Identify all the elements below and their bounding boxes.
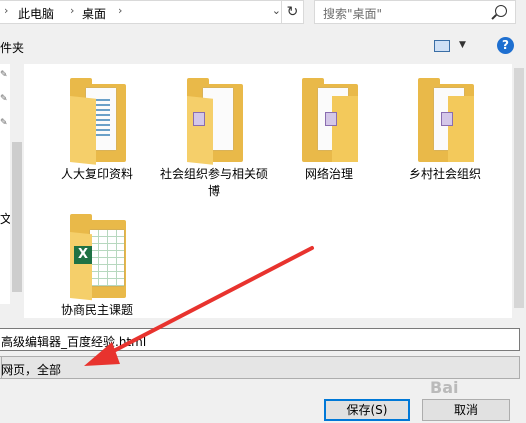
search-input[interactable]: 搜索"桌面"	[323, 5, 382, 22]
new-folder-button[interactable]: 件夹	[0, 39, 24, 56]
refresh-icon[interactable]: ↻	[281, 1, 303, 23]
folder-image-icon	[418, 78, 474, 162]
breadcrumb-this-pc[interactable]: 此电脑	[18, 5, 54, 22]
address-bar[interactable]: › 此电脑 › 桌面 › ⌄ ↻	[0, 0, 304, 24]
folder-name: 社会组织参与相关硕博	[159, 167, 268, 198]
chevron-down-icon[interactable]: ⌄	[1, 333, 515, 344]
nav-scrollbar[interactable]	[10, 64, 24, 304]
excel-icon: X	[74, 246, 92, 264]
file-list[interactable]: 人大复印资料 社会组织参与相关硕博 网络治理 乡村社会组织 X 协商民主课题	[24, 64, 512, 318]
folder-name: 网络治理	[304, 167, 353, 181]
chevron-right-icon[interactable]: ›	[118, 4, 122, 17]
folder-name: 协商民主课题	[60, 303, 133, 317]
help-icon[interactable]: ?	[497, 37, 514, 54]
view-options-icon[interactable]	[434, 40, 450, 52]
scrollbar-thumb[interactable]	[12, 142, 22, 292]
folder-image-icon	[187, 78, 243, 165]
folder-image-icon	[302, 78, 358, 162]
pin-icon: ✎	[0, 94, 8, 104]
folder-name: 乡村社会组织	[408, 167, 481, 181]
cancel-button[interactable]: 取消	[422, 399, 510, 421]
file-list-scrollbar[interactable]	[512, 64, 526, 318]
pin-icon: ✎	[0, 118, 8, 128]
chevron-down-icon[interactable]: ⌄	[272, 4, 281, 17]
pin-icon: ✎	[0, 70, 8, 80]
save-button[interactable]: 保存(S)	[324, 399, 410, 421]
chevron-down-icon[interactable]: ⌄	[1, 357, 20, 378]
search-icon[interactable]	[495, 5, 507, 17]
chevron-right-icon: ›	[4, 4, 9, 17]
folder-name: 人大复印资料	[60, 167, 133, 181]
watermark: Bai	[430, 378, 459, 397]
caret-down-icon[interactable]: ▼	[459, 40, 466, 50]
folder-excel-icon: X	[70, 214, 126, 301]
folder-document-icon	[70, 78, 126, 165]
chevron-right-icon[interactable]: ›	[70, 4, 74, 17]
scrollbar-thumb[interactable]	[514, 68, 524, 308]
breadcrumb-desktop[interactable]: 桌面	[82, 5, 106, 22]
search-box[interactable]: 搜索"桌面"	[314, 0, 516, 24]
filetype-select[interactable]: 网页，全部 ⌄	[0, 356, 520, 379]
filename-field[interactable]: 高级编辑器_百度经验.html ⌄	[0, 328, 520, 351]
navigation-pane[interactable]: ✎ ✎ ✎ 文	[0, 64, 12, 304]
